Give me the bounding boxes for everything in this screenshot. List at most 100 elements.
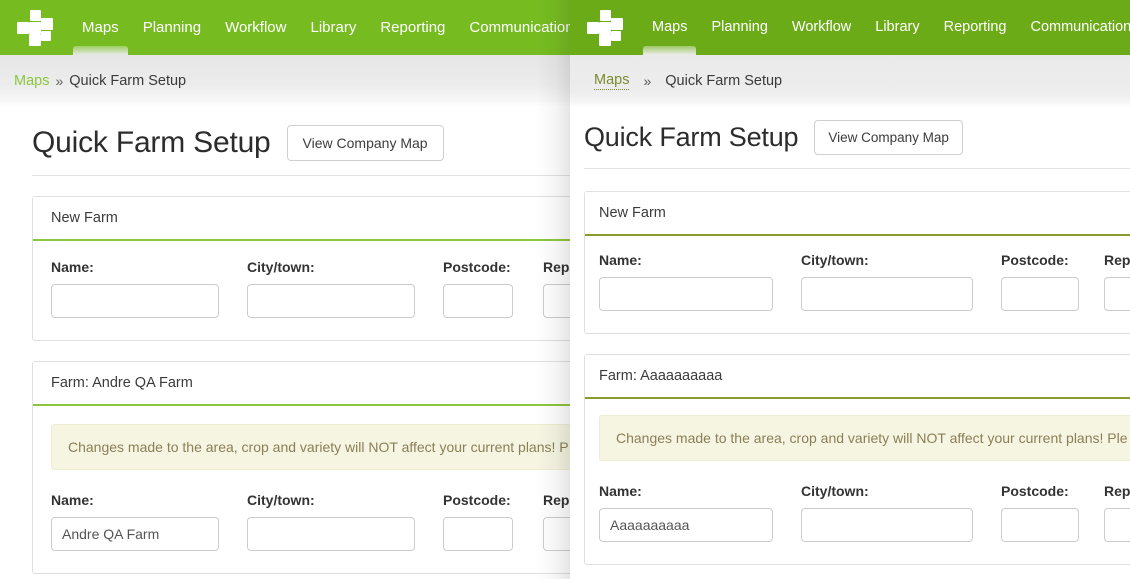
nav-item-label: Workflow [791, 19, 852, 36]
right-render-panel: Maps Planning Workflow Library Reporting… [570, 0, 1130, 579]
new-farm-postcode-input[interactable] [443, 284, 513, 318]
new-farm-city-field: City/town: [247, 259, 443, 318]
breadcrumb-link-maps[interactable]: Maps [14, 73, 49, 89]
name-label: Name: [599, 252, 642, 268]
city-label: City/town: [801, 483, 869, 499]
nav-item-label: Workflow [225, 19, 287, 36]
existing-farm-city-input[interactable] [801, 508, 973, 542]
name-label: Name: [599, 483, 642, 499]
top-navigation-bar: Maps Planning Workflow Library Reporting… [0, 0, 570, 55]
new-farm-name-input[interactable] [51, 284, 219, 318]
new-farm-card-body: Name: City/town: Postcode: Rep [585, 236, 1130, 333]
new-farm-card: New Farm Name: City/town: Postcode: Rep [32, 196, 570, 341]
existing-farm-postcode-input[interactable] [443, 517, 513, 551]
postcode-label: Postcode: [443, 259, 511, 275]
new-farm-card-heading: New Farm [585, 192, 1130, 236]
postcode-label: Postcode: [1001, 483, 1069, 499]
view-company-map-button[interactable]: View Company Map [814, 120, 963, 155]
breadcrumb: Maps » Quick Farm Setup [0, 55, 570, 107]
header-divider [584, 168, 1130, 169]
header-divider [32, 175, 570, 176]
new-farm-name-input[interactable] [599, 277, 773, 311]
nav-item-workflow[interactable]: Workflow [213, 0, 298, 55]
postcode-label: Postcode: [1001, 252, 1069, 268]
nav-item-communications[interactable]: Communications [457, 0, 570, 55]
page-header: Quick Farm Setup View Company Map [0, 107, 570, 175]
city-label: City/town: [801, 252, 869, 268]
rep-label: Rep [543, 259, 570, 275]
nav-item-maps[interactable]: Maps [70, 0, 131, 55]
new-farm-rep-input[interactable] [543, 284, 570, 318]
new-farm-form-row: Name: City/town: Postcode: Rep [599, 252, 1130, 311]
nav-item-list: Maps Planning Workflow Library Reporting… [70, 0, 570, 55]
nav-item-planning[interactable]: Planning [131, 0, 213, 55]
existing-farm-name-field: Name: [599, 483, 801, 542]
new-farm-city-input[interactable] [247, 284, 415, 318]
existing-farm-card-heading: Farm: Andre QA Farm [33, 362, 570, 406]
app-logo-icon[interactable] [582, 8, 628, 48]
new-farm-postcode-field: Postcode: [1001, 252, 1104, 311]
existing-farm-card-heading: Farm: Aaaaaaaaaa [585, 355, 1130, 399]
nav-item-library[interactable]: Library [298, 0, 368, 55]
existing-farm-name-input[interactable] [51, 517, 219, 551]
existing-farm-card: Farm: Aaaaaaaaaa Changes made to the are… [584, 354, 1130, 565]
new-farm-rep-input[interactable] [1104, 277, 1130, 311]
new-farm-card: New Farm Name: City/town: Postcode: Rep [584, 191, 1130, 334]
plans-warning-alert: Changes made to the area, crop and varie… [51, 424, 570, 470]
nav-item-label: Maps [82, 19, 119, 36]
new-farm-card-heading: New Farm [33, 197, 570, 241]
nav-item-maps[interactable]: Maps [640, 0, 699, 55]
nav-item-label: Library [310, 19, 357, 36]
new-farm-postcode-input[interactable] [1001, 277, 1079, 311]
new-farm-rep-field: Rep [1104, 252, 1130, 311]
nav-item-label: Communications [1030, 19, 1130, 36]
existing-farm-rep-input[interactable] [1104, 508, 1130, 542]
breadcrumb-separator-icon: » [643, 73, 652, 89]
city-label: City/town: [247, 259, 315, 275]
existing-farm-name-input[interactable] [599, 508, 773, 542]
nav-item-label: Planning [711, 19, 768, 36]
left-render-panel: Maps Planning Workflow Library Reporting… [0, 0, 570, 579]
nav-item-communications[interactable]: Communications [1018, 0, 1130, 55]
app-logo-icon[interactable] [12, 8, 58, 48]
breadcrumb-separator-icon: » [55, 73, 64, 89]
new-farm-form-row: Name: City/town: Postcode: Rep [51, 259, 570, 318]
existing-farm-city-input[interactable] [247, 517, 415, 551]
nav-item-planning[interactable]: Planning [699, 0, 779, 55]
existing-farm-postcode-field: Postcode: [443, 492, 543, 551]
plans-warning-alert: Changes made to the area, crop and varie… [599, 415, 1130, 461]
nav-item-label: Library [875, 19, 920, 36]
breadcrumb-current: Quick Farm Setup [665, 73, 783, 89]
breadcrumb: Maps » Quick Farm Setup [570, 55, 1130, 107]
top-navigation-bar: Maps Planning Workflow Library Reporting… [570, 0, 1130, 55]
breadcrumb-current: Quick Farm Setup [69, 73, 187, 89]
existing-farm-postcode-field: Postcode: [1001, 483, 1104, 542]
nav-item-label: Reporting [943, 19, 1007, 36]
existing-farm-rep-input[interactable] [543, 517, 570, 551]
new-farm-rep-field: Rep [543, 259, 570, 318]
existing-farm-city-field: City/town: [247, 492, 443, 551]
view-company-map-button[interactable]: View Company Map [286, 125, 444, 161]
nav-item-library[interactable]: Library [863, 0, 931, 55]
existing-farm-name-field: Name: [51, 492, 247, 551]
screenshot-stage: Maps Planning Workflow Library Reporting… [0, 0, 1130, 579]
existing-farm-form-row: Name: City/town: Postcode: Rep [51, 492, 570, 551]
new-farm-city-input[interactable] [801, 277, 973, 311]
nav-item-label: Communications [469, 19, 570, 36]
existing-farm-rep-field: Rep [543, 492, 570, 551]
page-title: Quick Farm Setup [584, 122, 799, 152]
nav-item-list: Maps Planning Workflow Library Reporting… [640, 0, 1130, 55]
existing-farm-card-body: Changes made to the area, crop and varie… [585, 399, 1130, 564]
existing-farm-card: Farm: Andre QA Farm Changes made to the … [32, 361, 570, 574]
breadcrumb-link-maps[interactable]: Maps [594, 72, 630, 90]
existing-farm-postcode-input[interactable] [1001, 508, 1079, 542]
nav-item-reporting[interactable]: Reporting [368, 0, 457, 55]
existing-farm-rep-field: Rep [1104, 483, 1130, 542]
new-farm-card-body: Name: City/town: Postcode: Rep [33, 241, 570, 340]
name-label: Name: [51, 492, 94, 508]
new-farm-postcode-field: Postcode: [443, 259, 543, 318]
right-page: Maps Planning Workflow Library Reporting… [570, 0, 1130, 579]
left-page: Maps Planning Workflow Library Reporting… [0, 0, 570, 579]
nav-item-reporting[interactable]: Reporting [932, 0, 1019, 55]
nav-item-workflow[interactable]: Workflow [780, 0, 863, 55]
